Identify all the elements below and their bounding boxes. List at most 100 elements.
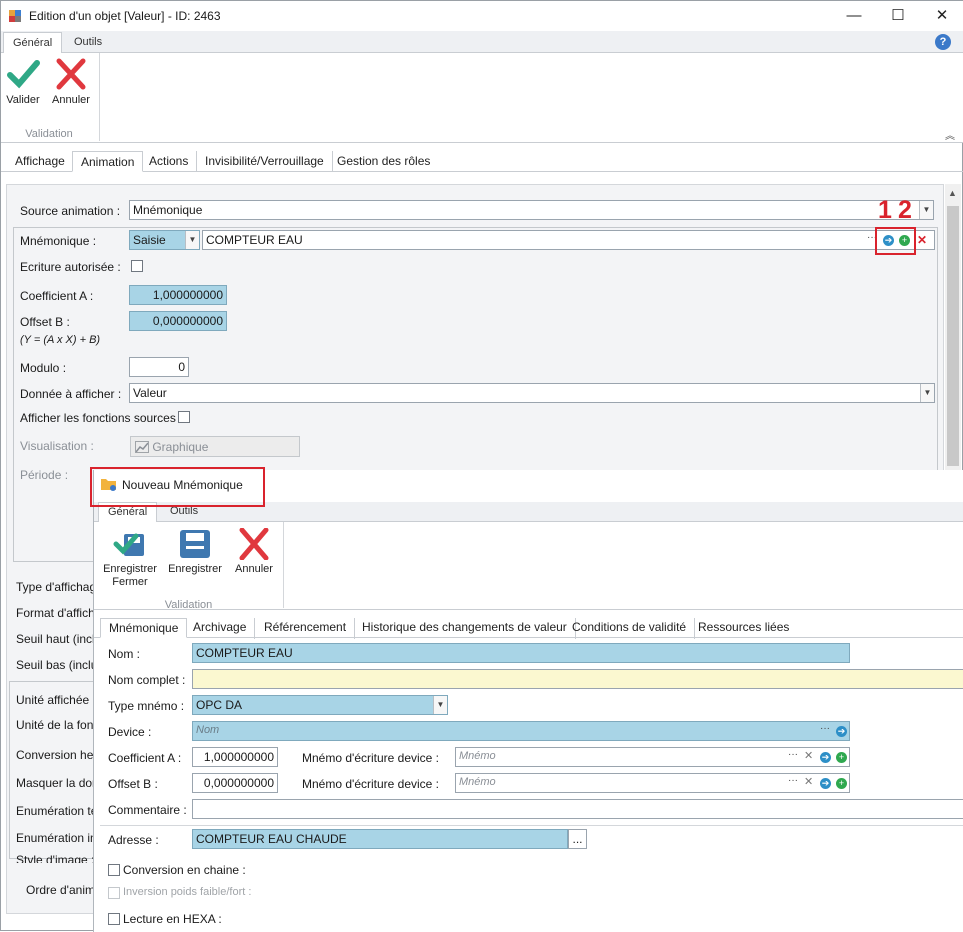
dlg-coef-a-label: Coefficient A : [108, 751, 182, 765]
left-label-6: Unité de la fonc [16, 718, 100, 732]
commentaire-label: Commentaire : [108, 803, 187, 817]
subtab-mnemonique[interactable]: Mnémonique [100, 618, 188, 638]
cancel-button[interactable]: Annuler [49, 57, 93, 106]
nom-label: Nom : [108, 647, 141, 661]
new-mnemonic-dialog: Nouveau Mnémonique Général Outils Enregi… [93, 470, 963, 932]
mnemo-write-clear-icon[interactable]: ✕ [804, 749, 813, 762]
type-mnemo-select[interactable]: OPC DA ▼ [192, 695, 448, 715]
modulo-input[interactable]: 0 [129, 357, 189, 377]
adresse-browse-button[interactable]: ... [568, 829, 587, 849]
ribbon-tab-outils[interactable]: Outils [65, 32, 111, 53]
visualisation-button[interactable]: Graphique [130, 436, 300, 457]
main-window: Edition d'un objet [Valeur] - ID: 2463 —… [0, 0, 963, 932]
validate-label: Valider [6, 94, 40, 106]
subtab-conditions[interactable]: Conditions de validité [564, 618, 696, 639]
object-tabs: Affichage Animation Actions Invisibilité… [1, 151, 963, 172]
left-label-12: Ordre d'anim [26, 883, 95, 897]
mnemo-mode-value: Saisie [133, 233, 166, 247]
data-display-select[interactable]: Valeur ▼ [129, 383, 935, 403]
visualisation-label: Visualisation : [20, 439, 94, 453]
device-input[interactable]: Nom [192, 721, 850, 741]
scroll-thumb[interactable] [947, 206, 959, 466]
mnemo-write-goto-icon-2[interactable]: ➔ [820, 778, 831, 789]
chevron-down-icon[interactable]: ▼ [185, 231, 199, 249]
tab-invisibilite[interactable]: Invisibilité/Verrouillage [197, 151, 333, 172]
dialog-cancel-button[interactable]: Annuler [230, 527, 278, 575]
minimize-button[interactable]: — [839, 5, 869, 27]
conversion-label: Conversion en chaine : [123, 863, 246, 877]
save-button[interactable]: Enregistrer [166, 528, 224, 575]
inversion-checkbox[interactable] [108, 887, 120, 899]
source-functions-checkbox[interactable] [178, 411, 190, 423]
tab-gestion-roles[interactable]: Gestion des rôles [329, 151, 438, 172]
subtab-archivage[interactable]: Archivage [185, 618, 256, 639]
ribbon-tab-general[interactable]: Général [3, 32, 63, 53]
adresse-label: Adresse : [108, 833, 159, 847]
annotation-2: 2 [898, 196, 912, 224]
dialog-cancel-label: Annuler [235, 563, 273, 575]
subtab-historique[interactable]: Historique des changements de valeur [354, 618, 576, 639]
dlg-offset-b-input[interactable]: 0,000000000 [192, 773, 278, 793]
annotation-1: 1 [878, 196, 892, 224]
save-label: Enregistrer [168, 563, 222, 575]
cancel-label: Annuler [52, 94, 90, 106]
left-label-8: Masquer la don [16, 776, 99, 790]
collapse-ribbon-icon[interactable]: ︽ [945, 127, 955, 142]
source-functions-label: Afficher les fonctions sources : [20, 411, 183, 425]
highlight-box-buttons [875, 227, 916, 255]
mnemo-input[interactable]: COMPTEUR EAU [202, 230, 935, 250]
offset-b-input[interactable]: 0,000000000 [129, 311, 227, 331]
help-icon[interactable]: ? [935, 34, 951, 50]
conversion-checkbox[interactable] [108, 864, 120, 876]
adresse-input[interactable]: COMPTEUR EAU CHAUDE [192, 829, 568, 849]
chevron-down-icon[interactable]: ▼ [920, 384, 934, 402]
remove-icon[interactable]: ✕ [917, 233, 927, 247]
ribbon-group-label: Validation [25, 128, 73, 140]
left-label-5: Unité affichée : [16, 693, 96, 707]
left-label-3: Seuil haut (inclu [16, 632, 102, 646]
save-close-label: Enregistrer Fermer [103, 563, 157, 588]
dialog-separator [100, 825, 963, 826]
device-more-icon[interactable]: ··· [820, 723, 830, 734]
source-animation-select[interactable]: Mnémonique ▼ [129, 200, 934, 220]
maximize-button[interactable]: ☐ [883, 5, 913, 27]
mnemo-write-add-icon[interactable]: + [836, 752, 847, 763]
coef-a-input[interactable]: 1,000000000 [129, 285, 227, 305]
mnemo-write-more-icon-2[interactable]: ··· [788, 775, 798, 786]
mnemo-write-label-2: Mnémo d'écriture device : [302, 777, 440, 791]
hexa-checkbox[interactable] [108, 913, 120, 925]
mnemo-write-add-icon-2[interactable]: + [836, 778, 847, 789]
tab-animation[interactable]: Animation [72, 151, 144, 172]
mnemo-write-more-icon[interactable]: ··· [788, 749, 798, 760]
chevron-down-icon[interactable]: ▼ [433, 696, 447, 714]
mnemo-write-clear-icon-2[interactable]: ✕ [804, 775, 813, 788]
nom-complet-input[interactable] [192, 669, 963, 689]
nom-input[interactable]: COMPTEUR EAU [192, 643, 850, 663]
chart-icon [135, 441, 149, 453]
device-goto-icon[interactable]: ➔ [836, 726, 847, 737]
nom-complet-label: Nom complet : [108, 673, 186, 687]
save-close-button[interactable]: Enregistrer Fermer [100, 528, 160, 589]
highlight-box-dialog-title [90, 467, 265, 507]
tab-actions[interactable]: Actions [141, 151, 198, 172]
mnemo-label: Mnémonique : [20, 234, 97, 248]
periode-label: Période : [20, 468, 69, 482]
subtab-ressources[interactable]: Ressources liées [690, 618, 797, 639]
scroll-up-icon[interactable]: ▲ [948, 188, 957, 198]
mnemo-mode-select[interactable]: Saisie ▼ [129, 230, 200, 250]
close-button[interactable]: ✕ [927, 5, 957, 27]
data-display-label: Donnée à afficher : [20, 387, 122, 401]
left-label-2: Format d'afficha [16, 606, 102, 620]
chevron-down-icon[interactable]: ▼ [919, 201, 933, 219]
subtab-referencement[interactable]: Référencement [256, 618, 356, 639]
dlg-coef-a-input[interactable]: 1,000000000 [192, 747, 278, 767]
write-allowed-checkbox[interactable] [131, 260, 143, 272]
window-title: Edition d'un objet [Valeur] - ID: 2463 [29, 9, 221, 23]
mnemo-write-goto-icon[interactable]: ➔ [820, 752, 831, 763]
tab-affichage[interactable]: Affichage [7, 151, 73, 172]
commentaire-input[interactable] [192, 799, 963, 819]
save-icon [180, 530, 210, 558]
type-mnemo-value: OPC DA [196, 698, 243, 712]
offset-b-label: Offset B : [20, 315, 70, 329]
validate-button[interactable]: Valider [3, 57, 43, 106]
